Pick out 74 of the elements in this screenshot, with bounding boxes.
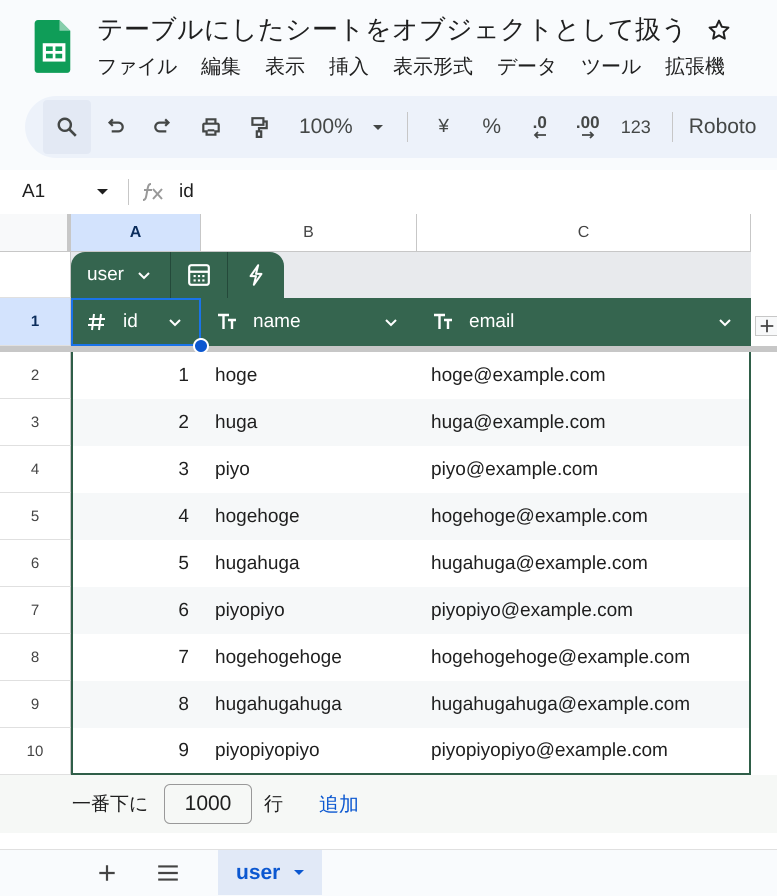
- column-field-header[interactable]: name: [201, 298, 417, 346]
- caret-icon: [97, 189, 108, 195]
- document-title[interactable]: テーブルにしたシートをオブジェクトとして扱う: [97, 12, 688, 47]
- currency-button[interactable]: ¥: [420, 100, 468, 154]
- sheets-logo-icon: [33, 20, 73, 74]
- increase-decimals-button[interactable]: .00: [564, 100, 612, 154]
- function-icon: [141, 182, 165, 202]
- row-header[interactable]: 4: [0, 446, 71, 493]
- row-header[interactable]: 9: [0, 681, 71, 728]
- row-header[interactable]: 6: [0, 540, 71, 587]
- rows-unit-label: 行: [264, 793, 283, 817]
- caret-icon: [294, 870, 304, 875]
- column-field-header[interactable]: id: [71, 298, 201, 346]
- row-header-blank: [0, 252, 71, 298]
- calculator-icon: [186, 263, 211, 287]
- row-header[interactable]: 1: [0, 298, 71, 346]
- table-cell: piyopiyo@example.com: [417, 587, 751, 634]
- row-header[interactable]: 10: [0, 728, 71, 775]
- menu-item[interactable]: 拡張機: [665, 53, 725, 80]
- plus-icon: [758, 317, 776, 335]
- table-cell: hugahugahuga@example.com: [417, 681, 751, 728]
- menu-item[interactable]: ツール: [581, 53, 641, 80]
- menu-item[interactable]: 表示: [265, 53, 305, 80]
- search-button[interactable]: [43, 100, 91, 154]
- font-dropdown[interactable]: Roboto: [684, 100, 760, 154]
- row-header[interactable]: 5: [0, 493, 71, 540]
- menu-item[interactable]: 表示形式: [393, 53, 473, 80]
- row-header[interactable]: 7: [0, 587, 71, 634]
- zoom-dropdown[interactable]: 100%: [283, 100, 395, 154]
- left-arrow-icon: [532, 131, 548, 139]
- sheet-tab[interactable]: user: [218, 850, 322, 895]
- selection-handle[interactable]: [193, 338, 209, 354]
- number-type-icon: [87, 312, 107, 332]
- table-cell: huga: [201, 399, 417, 446]
- menu-item[interactable]: データ: [497, 53, 557, 80]
- column-header[interactable]: A: [71, 214, 201, 252]
- add-column-button[interactable]: [755, 316, 777, 336]
- name-box[interactable]: A1: [0, 170, 128, 214]
- add-button[interactable]: 追加: [319, 790, 359, 818]
- caret-icon: [372, 124, 383, 130]
- percent-button[interactable]: %: [468, 100, 516, 154]
- table-cell-text: hogehogehoge: [214, 646, 343, 670]
- table-cell: piyopiyo: [201, 587, 417, 634]
- add-rows-label: 一番下に: [72, 793, 148, 817]
- table-cell: hugahugahuga: [201, 681, 417, 728]
- table-cell-text: piyo: [214, 458, 251, 482]
- search-icon: [56, 116, 78, 138]
- formula-input[interactable]: id: [179, 181, 194, 203]
- text-type-icon: [433, 312, 453, 332]
- star-icon[interactable]: [708, 18, 730, 40]
- table-cell: 4: [71, 493, 201, 540]
- menu-item[interactable]: 挿入: [329, 53, 369, 80]
- table-cell: hogehoge: [201, 493, 417, 540]
- table-cell: hogehoge@example.com: [417, 493, 751, 540]
- table-cell: 2: [71, 399, 201, 446]
- decrease-decimals-button[interactable]: .0: [516, 100, 564, 154]
- right-arrow-icon: [580, 131, 596, 139]
- text-type-icon: [217, 312, 237, 332]
- row-count-input[interactable]: 1000: [164, 784, 252, 824]
- menu-item[interactable]: 編集: [201, 53, 241, 80]
- column-header[interactable]: C: [417, 214, 751, 252]
- column-field-header[interactable]: email: [417, 298, 751, 346]
- number-format-button[interactable]: 123: [612, 100, 660, 154]
- row-header[interactable]: 3: [0, 399, 71, 446]
- row-header[interactable]: 8: [0, 634, 71, 681]
- table-cell: huga@example.com: [417, 399, 751, 446]
- table-cell: 6: [71, 587, 201, 634]
- menu-item[interactable]: ファイル: [97, 53, 177, 80]
- table-cell-text: hoge: [214, 364, 258, 388]
- row-header[interactable]: 2: [0, 352, 71, 399]
- print-icon: [200, 116, 222, 138]
- column-header[interactable]: B: [201, 214, 417, 252]
- table-cell-text: hugahuga: [214, 552, 301, 576]
- table-cell: 8: [71, 681, 201, 728]
